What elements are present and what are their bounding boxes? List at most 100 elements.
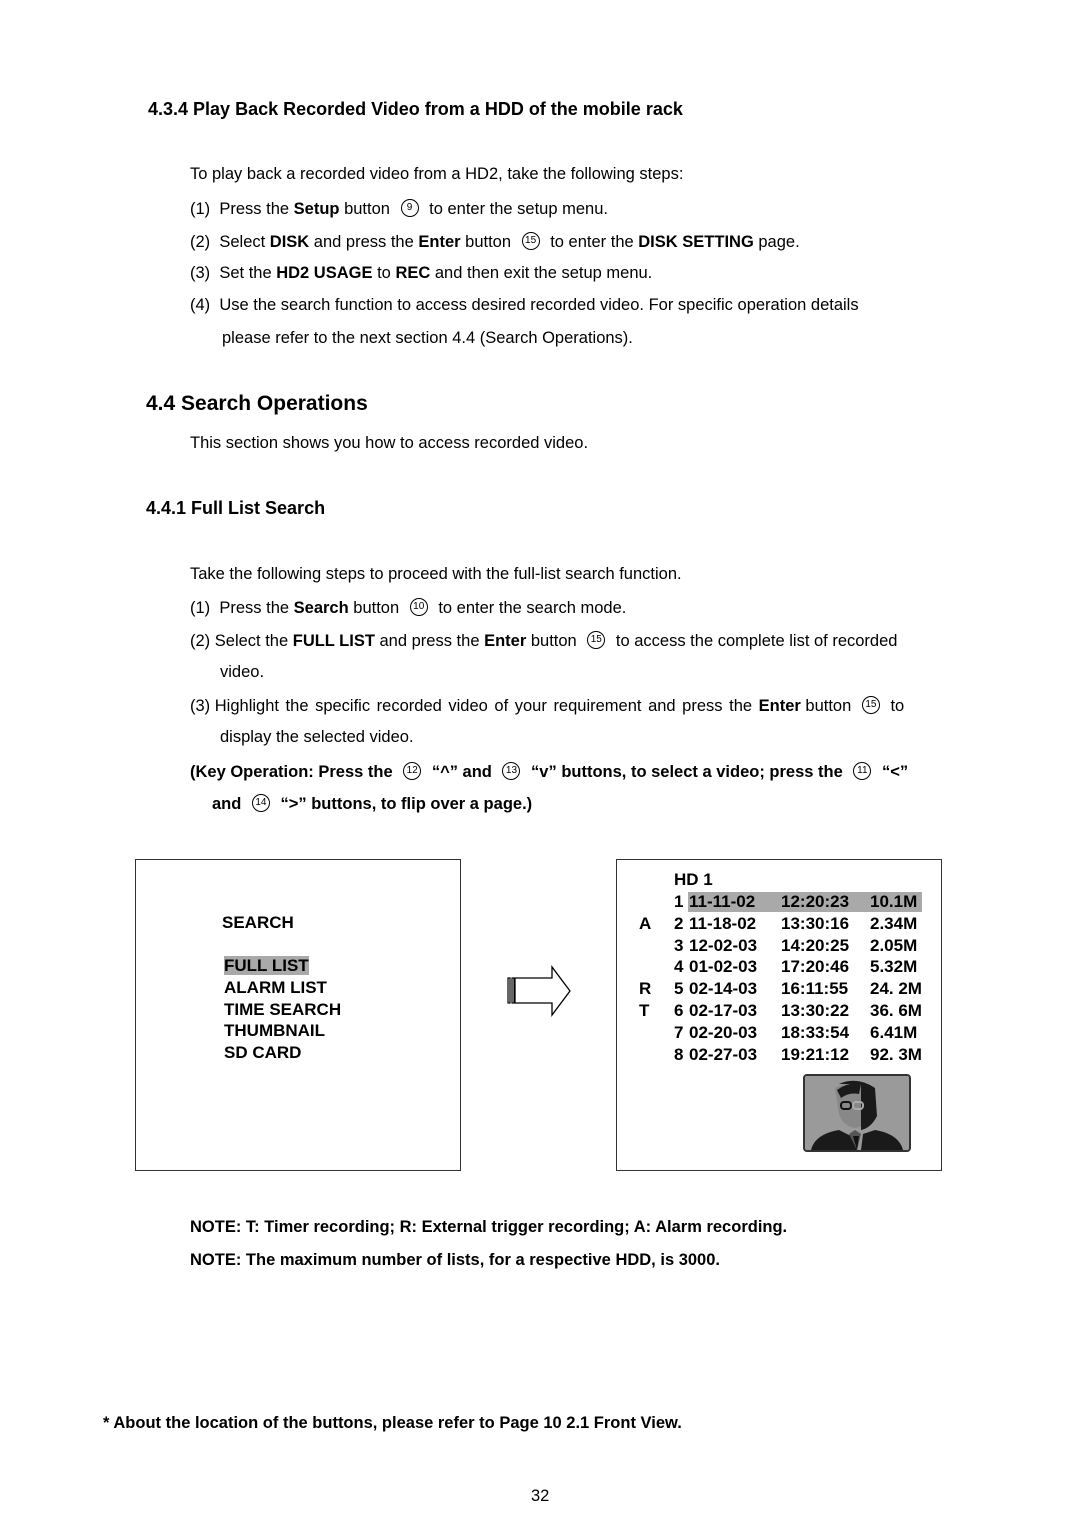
step-text: and then exit the setup menu.: [430, 264, 653, 282]
step-text: button: [526, 632, 582, 650]
step-item: (3) Highlight the specific recorded vide…: [190, 696, 904, 716]
button-15-icon: 15: [861, 696, 880, 714]
key-op-text: “>” buttons, to flip over a page.): [275, 795, 533, 813]
key-operation-note: (Key Operation: Press the 12 “^” and 13 …: [190, 762, 908, 782]
hd2-usage-label: HD2 USAGE: [276, 264, 373, 282]
step-text: Press the: [219, 200, 294, 218]
button-12-icon: 12: [403, 762, 422, 780]
step-number: (2): [190, 233, 211, 251]
footnote-button-location: * About the location of the buttons, ple…: [103, 1414, 682, 1432]
table-row[interactable]: 1 11-11-02 12:20:23 10.1M: [617, 891, 941, 913]
section-intro: This section shows you how to access rec…: [190, 434, 589, 452]
video-thumbnail[interactable]: [803, 1074, 911, 1152]
recording-date: 02-17-03: [689, 1001, 758, 1020]
step-text: to access the complete list of recorded: [611, 632, 898, 650]
recording-date: 02-14-03: [689, 979, 758, 999]
row-number: 2: [674, 913, 684, 933]
step-text: page.: [753, 233, 800, 251]
row-number: 4: [674, 957, 684, 977]
menu-item-full-list[interactable]: FULL LIST: [224, 956, 309, 975]
recording-date: 12-02-03: [689, 935, 758, 955]
recording-time: 13:30:22: [781, 1001, 850, 1020]
step-number: (1): [190, 200, 211, 218]
key-op-text: “<”: [877, 763, 909, 781]
recording-type: R: [639, 979, 652, 999]
table-row[interactable]: 7 02-20-03 18:33:54 6.41M: [617, 1022, 941, 1044]
table-row[interactable]: 3 12-02-03 14:20:25 2.05M: [617, 935, 941, 957]
table-row[interactable]: R 5 02-14-03 16:11:55 24. 2M: [617, 978, 941, 1000]
recording-size: 36. 6M: [870, 1001, 922, 1020]
step-continuation: please refer to the next section 4.4 (Se…: [222, 329, 633, 347]
step-item: (2) Select DISK and press the Enter butt…: [190, 232, 800, 252]
menu-item-alarm-list[interactable]: ALARM LIST: [224, 977, 341, 999]
row-number: 1: [674, 892, 684, 911]
table-row[interactable]: 8 02-27-03 19:21:12 92. 3M: [617, 1044, 941, 1066]
arrow-right-icon: [507, 965, 571, 1017]
disk-label: DISK: [269, 233, 310, 251]
button-9-icon: 9: [400, 199, 419, 217]
full-list-title: HD 1: [674, 870, 713, 889]
recording-date: 01-02-03: [689, 957, 758, 977]
search-menu-screen: SEARCH FULL LIST ALARM LIST TIME SEARCH …: [135, 859, 461, 1171]
recording-size: 10.1M: [870, 892, 918, 911]
step-text: button: [339, 200, 395, 218]
table-row[interactable]: T 6 02-17-03 13:30:22 36. 6M: [617, 1000, 941, 1022]
note-max-lists: NOTE: The maximum number of lists, for a…: [190, 1251, 720, 1269]
step-text: Select: [219, 233, 270, 251]
recording-type: T: [639, 1001, 650, 1020]
step-text: Highlight the specific recorded video of…: [214, 697, 759, 715]
step-text: button: [348, 599, 404, 617]
row-number: 8: [674, 1044, 684, 1064]
recording-size: 5.32M: [870, 957, 918, 977]
recording-size: 6.41M: [870, 1022, 918, 1042]
menu-item-sd-card[interactable]: SD CARD: [224, 1042, 341, 1064]
recording-time: 13:30:16: [781, 913, 850, 933]
step-item: (2) Select the FULL LIST and press the E…: [190, 631, 975, 651]
step-text: to: [885, 697, 905, 715]
recording-time: 12:20:23: [781, 892, 850, 911]
recording-date: 11-18-02: [689, 913, 757, 933]
button-15-icon: 15: [521, 232, 540, 250]
section-heading-4-3-4: 4.3.4 Play Back Recorded Video from a HD…: [148, 99, 683, 119]
step-text: button: [460, 233, 516, 251]
step-text: Use the search function to access desire…: [219, 296, 859, 314]
step-number: (2): [190, 632, 211, 650]
step-text: to enter the setup menu.: [424, 200, 608, 218]
search-menu-list: FULL LIST ALARM LIST TIME SEARCH THUMBNA…: [224, 955, 341, 1064]
recording-list: 1 11-11-02 12:20:23 10.1M A 2 11-18-02 13:30:16…: [617, 891, 941, 1071]
enter-label: Enter: [418, 233, 461, 251]
key-op-text: (Key Operation: Press the: [190, 763, 398, 781]
row-number: 3: [674, 935, 684, 955]
note-recording-types: NOTE: T: Timer recording; R: External tr…: [190, 1218, 788, 1236]
recording-size: 2.05M: [870, 935, 918, 955]
step-text: Set the: [219, 264, 277, 282]
disk-setting-label: DISK SETTING: [638, 233, 754, 251]
recording-date: 11-11-02: [689, 892, 756, 911]
key-op-text: and: [212, 795, 246, 813]
full-list-label: FULL LIST: [292, 632, 375, 650]
button-11-icon: 11: [853, 762, 872, 780]
person-portrait-icon: [805, 1076, 909, 1150]
menu-item-thumbnail[interactable]: THUMBNAIL: [224, 1020, 341, 1042]
button-10-icon: 10: [409, 598, 428, 616]
recording-type: A: [639, 913, 652, 933]
section-intro: Take the following steps to proceed with…: [190, 565, 682, 583]
step-continuation: video.: [220, 663, 265, 681]
row-number: 5: [674, 979, 684, 999]
step-text: Press the: [219, 599, 294, 617]
recording-time: 17:20:46: [781, 957, 850, 977]
table-row[interactable]: 4 01-02-03 17:20:46 5.32M: [617, 956, 941, 978]
full-list-screen: HD 1 1 11-11-02 12:20:23 10.1M A 2 11-18-02 13:…: [616, 859, 942, 1171]
step-text: Select the: [214, 632, 293, 650]
recording-size: 2.34M: [870, 913, 918, 933]
button-15-icon: 15: [587, 631, 606, 649]
step-number: (4): [190, 296, 211, 314]
step-number: (1): [190, 599, 211, 617]
menu-item-time-search[interactable]: TIME SEARCH: [224, 999, 341, 1021]
recording-time: 14:20:25: [781, 935, 850, 955]
step-continuation: display the selected video.: [220, 728, 414, 746]
step-number: (3): [190, 697, 211, 715]
search-label: Search: [293, 599, 349, 617]
page-number: 32: [531, 1487, 550, 1505]
table-row[interactable]: A 2 11-18-02 13:30:16 2.34M: [617, 913, 941, 935]
